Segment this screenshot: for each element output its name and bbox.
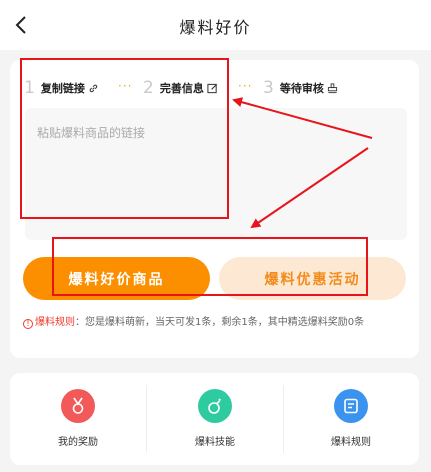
annotation-box-buttons [52, 237, 368, 296]
feature-label: 爆料技能 [195, 437, 235, 448]
feature-label: 我的奖励 [58, 437, 98, 448]
feature-label: 爆料规则 [331, 437, 371, 448]
rules-notice: ! 爆料规则：您是爆料萌新，当天可发1条，剩余1条，其中精选爆料奖励0条 [23, 315, 408, 331]
header-bar: 爆料好价 [0, 0, 431, 50]
feature-rules[interactable]: 爆料规则 [283, 373, 419, 465]
stamp-icon [327, 82, 337, 93]
document-icon [334, 389, 368, 423]
rules-text: ：您是爆料萌新，当天可发1条，剩余1条，其中精选爆料奖励0条 [75, 317, 365, 328]
step-number: 3 [263, 78, 274, 98]
step-separator: ··· [238, 79, 253, 93]
info-icon: ! [23, 319, 33, 329]
page-title: 爆料好价 [179, 18, 252, 37]
rules-link[interactable]: 爆料规则 [35, 317, 75, 328]
page: 爆料好价 1 复制链接 ··· 2 完善信息 ··· 3 等待审核 粘贴爆料商品… [0, 0, 431, 472]
medal-icon [61, 389, 95, 423]
step-pending-review: 3 等待审核 [263, 76, 338, 100]
annotation-box-steps [20, 58, 229, 219]
feature-grid: 我的奖励 爆料技能 爆料规则 [10, 373, 419, 465]
step-label: 等待审核 [279, 82, 324, 95]
feature-tips[interactable]: 爆料技能 [147, 373, 283, 465]
bomb-icon [198, 389, 232, 423]
feature-my-rewards[interactable]: 我的奖励 [10, 373, 146, 465]
